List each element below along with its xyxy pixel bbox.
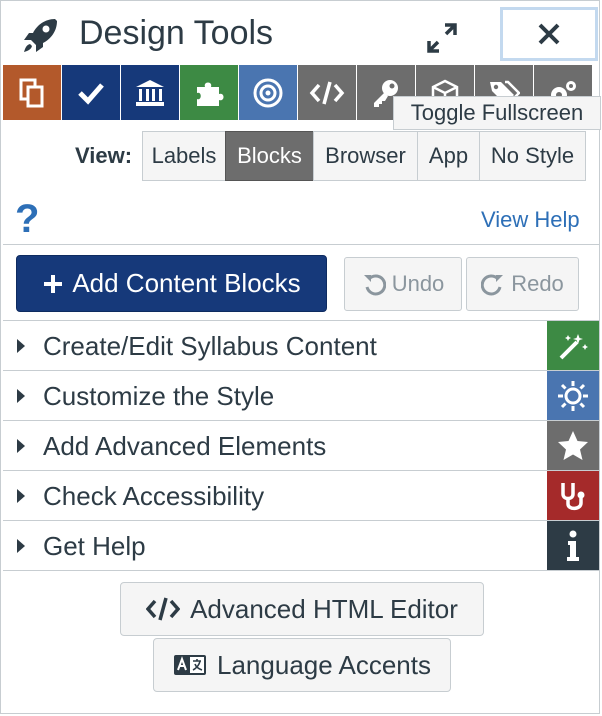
rocket-icon [24, 19, 57, 52]
section-badge [547, 371, 599, 420]
caret-right-icon [17, 539, 25, 553]
view-blocks-button[interactable]: Blocks [225, 131, 314, 181]
code-icon [309, 81, 345, 104]
view-app-button[interactable]: App [417, 131, 480, 181]
tool-code-button[interactable] [298, 65, 357, 120]
section-label: Add Advanced Elements [43, 431, 327, 461]
section-advanced-elements[interactable]: Add Advanced Elements [3, 421, 599, 471]
stethoscope-icon [561, 482, 585, 510]
fullscreen-tooltip: Toggle Fullscreen [393, 96, 601, 130]
add-content-blocks-button[interactable]: Add Content Blocks [16, 255, 327, 312]
section-label: Create/Edit Syllabus Content [43, 331, 377, 361]
view-browser-button[interactable]: Browser [313, 131, 418, 181]
magic-wand-icon [559, 333, 588, 359]
language-accents-button[interactable]: Language Accents [153, 638, 451, 692]
section-badge [547, 421, 599, 470]
close-icon [538, 23, 560, 45]
tool-check-button[interactable] [62, 65, 121, 120]
close-button[interactable] [500, 7, 598, 61]
advanced-html-editor-button[interactable]: Advanced HTML Editor [120, 582, 484, 636]
caret-right-icon [17, 489, 25, 503]
undo-label: Undo [391, 271, 445, 296]
redo-label: Redo [511, 271, 564, 296]
redo-button[interactable]: Redo [466, 257, 579, 311]
add-content-blocks-label: Add Content Blocks [72, 268, 301, 298]
divider [3, 244, 599, 245]
copy-icon [19, 78, 44, 107]
section-check-accessibility[interactable]: Check Accessibility [3, 471, 599, 521]
caret-right-icon [17, 339, 25, 353]
info-icon [567, 530, 579, 561]
expand-icon[interactable] [425, 21, 459, 55]
advanced-html-editor-label: Advanced HTML Editor [190, 593, 458, 624]
section-badge [547, 471, 599, 520]
section-get-help[interactable]: Get Help [3, 521, 599, 571]
redo-icon [481, 274, 504, 296]
help-question-icon[interactable]: ? [15, 197, 39, 242]
undo-button[interactable]: Undo [344, 257, 462, 311]
view-no-style-button[interactable]: No Style [479, 131, 586, 181]
plus-icon [44, 274, 63, 293]
view-label: View: [75, 143, 133, 168]
section-label: Get Help [43, 531, 146, 561]
star-icon [558, 430, 588, 460]
section-badge [547, 321, 599, 370]
section-badge [547, 521, 599, 570]
caret-right-icon [17, 389, 25, 403]
undo-icon [363, 274, 386, 296]
caret-right-icon [17, 439, 25, 453]
section-create-edit-content[interactable]: Create/Edit Syllabus Content [3, 321, 599, 371]
sun-icon [558, 380, 588, 411]
tool-target-button[interactable] [239, 65, 298, 120]
view-help-link[interactable]: View Help [481, 207, 580, 233]
bank-icon [136, 79, 164, 106]
tool-bank-button[interactable] [121, 65, 180, 120]
panel-title: Design Tools [79, 14, 274, 52]
section-label: Check Accessibility [43, 481, 265, 511]
section-label: Customize the Style [43, 381, 275, 411]
code-icon [146, 597, 181, 621]
view-labels-button[interactable]: Labels [142, 131, 226, 181]
tool-copy-button[interactable] [3, 65, 62, 120]
puzzle-icon [197, 82, 224, 106]
check-icon [78, 82, 104, 105]
section-customize-style[interactable]: Customize the Style [3, 371, 599, 421]
language-accents-label: Language Accents [217, 649, 431, 680]
tool-puzzle-button[interactable] [180, 65, 239, 120]
bullseye-icon [253, 78, 283, 107]
design-tools-panel: Design Tools Toggle Fullscreen View: Lab… [0, 0, 601, 714]
panel-header: Design Tools [1, 1, 601, 63]
view-mode-group: Labels Blocks Browser App No Style [142, 131, 586, 181]
language-icon [174, 655, 207, 675]
